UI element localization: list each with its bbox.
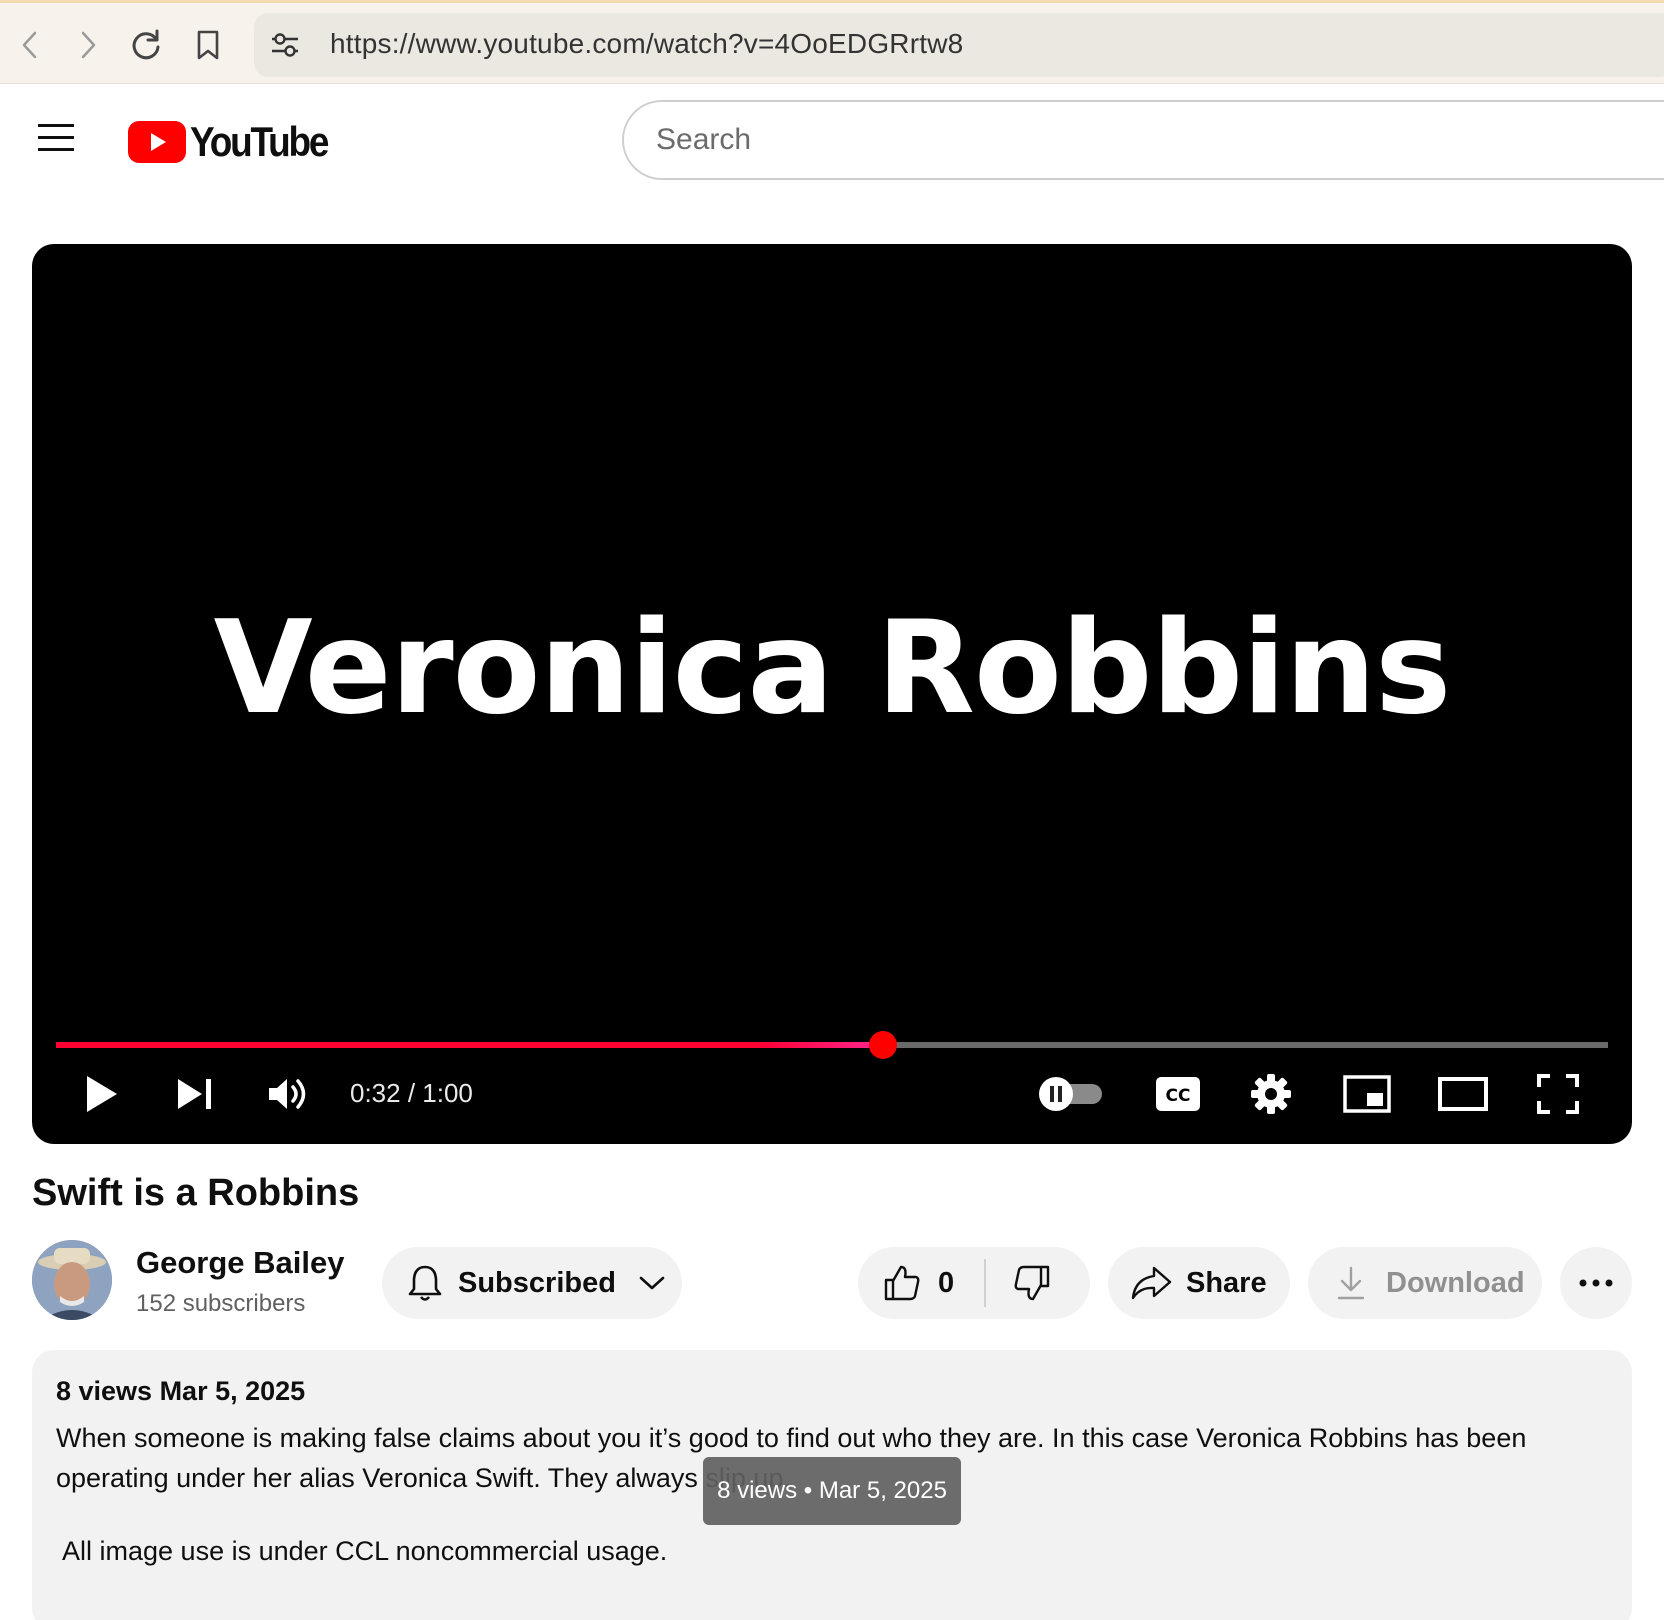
reload-button[interactable] (126, 25, 166, 65)
volume-button[interactable] (262, 1070, 316, 1118)
description-meta: 8 views Mar 5, 2025 (56, 1376, 306, 1406)
share-label: Share (1186, 1266, 1267, 1299)
progress-played (56, 1042, 884, 1048)
chevron-right-icon (81, 31, 96, 59)
next-button[interactable] (170, 1070, 220, 1118)
fullscreen-icon (1537, 1074, 1579, 1114)
like-divider (984, 1259, 987, 1307)
gear-icon (1251, 1074, 1291, 1114)
bookmark-icon (197, 30, 219, 60)
time-display: 0:32 / 1:00 (350, 1078, 473, 1108)
share-button[interactable]: Share (1108, 1247, 1290, 1319)
channel-avatar[interactable] (32, 1240, 112, 1320)
thumbs-down-icon (1014, 1265, 1050, 1301)
svg-text:CC: CC (1166, 1086, 1191, 1106)
progress-bar[interactable] (56, 1031, 1608, 1059)
thumbs-up-icon (884, 1265, 920, 1301)
download-button[interactable]: Download (1308, 1247, 1542, 1319)
search-box (622, 100, 1664, 180)
play-button[interactable] (76, 1070, 126, 1118)
subscribed-label: Subscribed (458, 1266, 616, 1299)
like-button[interactable]: 0 (882, 1263, 954, 1303)
like-dislike-group: 0 (858, 1247, 1090, 1319)
autoplay-pause-icon (1039, 1077, 1102, 1111)
theater-mode-icon (1438, 1077, 1488, 1111)
address-bar[interactable]: https://www.youtube.com/watch?v=4OoEDGRr… (254, 13, 1664, 77)
logo-text: YouTube (190, 118, 329, 165)
site-settings-icon[interactable] (270, 31, 300, 59)
skip-next-icon (178, 1079, 211, 1109)
theater-mode-button[interactable] (1436, 1070, 1490, 1118)
dislike-button[interactable] (1012, 1263, 1052, 1303)
video-frame-text: Veronica Robbins (213, 594, 1452, 743)
forward-button[interactable] (68, 25, 108, 65)
avatar-image (32, 1240, 112, 1320)
chevron-down-icon (639, 1276, 665, 1290)
autoplay-toggle[interactable] (1036, 1070, 1106, 1118)
download-label: Download (1386, 1266, 1525, 1299)
back-button[interactable] (10, 25, 50, 65)
like-count: 0 (938, 1266, 955, 1299)
settings-button[interactable] (1246, 1070, 1296, 1118)
youtube-logo[interactable]: YouTube (128, 118, 346, 166)
description-license: All image use is under CCL noncommercial… (62, 1536, 668, 1566)
channel-name[interactable]: George Bailey (136, 1245, 344, 1281)
miniplayer-button[interactable] (1342, 1070, 1392, 1118)
chevron-left-icon (22, 31, 37, 59)
search-input[interactable] (656, 102, 1556, 178)
share-icon (1131, 1266, 1172, 1300)
youtube-play-logo-icon (128, 121, 186, 163)
play-icon (87, 1076, 117, 1112)
url-text[interactable]: https://www.youtube.com/watch?v=4OoEDGRr… (330, 28, 963, 60)
subscribed-button[interactable]: Subscribed (382, 1247, 682, 1319)
video-title: Swift is a Robbins (32, 1172, 360, 1214)
bookmark-button[interactable] (188, 25, 228, 65)
description-box[interactable]: 8 views Mar 5, 2025 When someone is maki… (32, 1350, 1632, 1620)
date-tooltip: 8 views • Mar 5, 2025 (703, 1457, 961, 1525)
miniplayer-icon (1343, 1075, 1391, 1113)
bell-icon (408, 1265, 442, 1301)
cc-icon: CC (1156, 1077, 1200, 1111)
subscriber-count: 152 subscribers (136, 1290, 306, 1317)
volume-icon (269, 1079, 306, 1109)
video-player[interactable]: Veronica Robbins 0:32 / 1:00 CC (32, 244, 1632, 1144)
browser-toolbar: https://www.youtube.com/watch?v=4OoEDGRr… (0, 0, 1664, 84)
reload-icon (132, 29, 160, 60)
scrubber-handle[interactable] (869, 1031, 898, 1059)
fullscreen-button[interactable] (1534, 1070, 1582, 1118)
download-icon (1337, 1266, 1365, 1300)
captions-button[interactable]: CC (1152, 1070, 1204, 1118)
more-actions-button[interactable] (1560, 1247, 1632, 1319)
more-horizontal-icon (1579, 1279, 1613, 1287)
hamburger-menu-icon[interactable] (38, 124, 74, 152)
